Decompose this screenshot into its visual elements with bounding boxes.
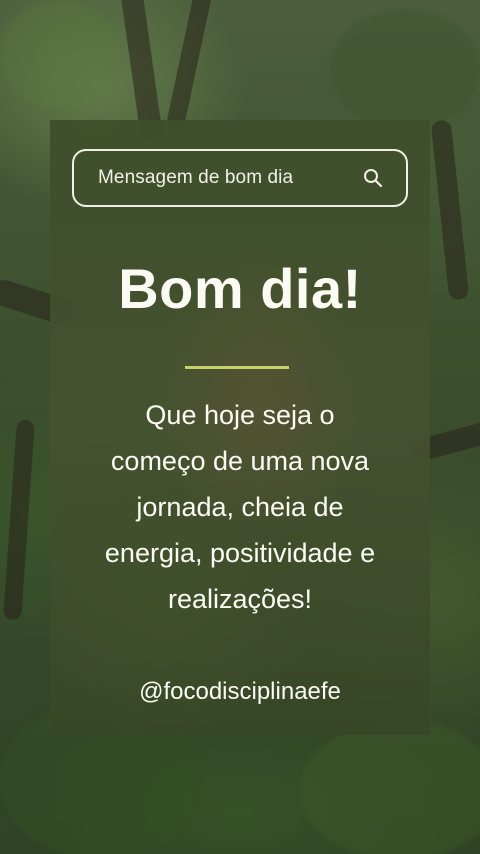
divider-line [185,366,289,369]
tree-trunk-decoration [3,419,35,621]
message-line: energia, positividade e [104,538,376,568]
quote-card: Mensagem de bom dia Bom dia! Que hoje se… [50,120,430,735]
message-line: realizações! [167,584,313,614]
message-line: começo de uma nova [110,446,370,476]
search-text: Mensagem de bom dia [98,167,294,188]
search-bar[interactable]: Mensagem de bom dia [72,149,408,207]
foliage-decoration [0,0,120,110]
greeting-title: Bom dia! [118,257,362,320]
search-icon[interactable] [362,167,384,189]
message-line: jornada, cheia de [136,492,344,522]
foliage-decoration [330,10,480,130]
message-line: Que hoje seja o [145,400,335,430]
tree-trunk-decoration [430,119,470,301]
background-forest-image: Mensagem de bom dia Bom dia! Que hoje se… [0,0,480,854]
author-handle: @focodisciplinaefe [139,678,341,705]
foliage-decoration [300,720,480,854]
message-text: Que hoje seja o começo de uma nova jorna… [50,392,430,622]
tree-trunk-decoration [165,0,213,131]
